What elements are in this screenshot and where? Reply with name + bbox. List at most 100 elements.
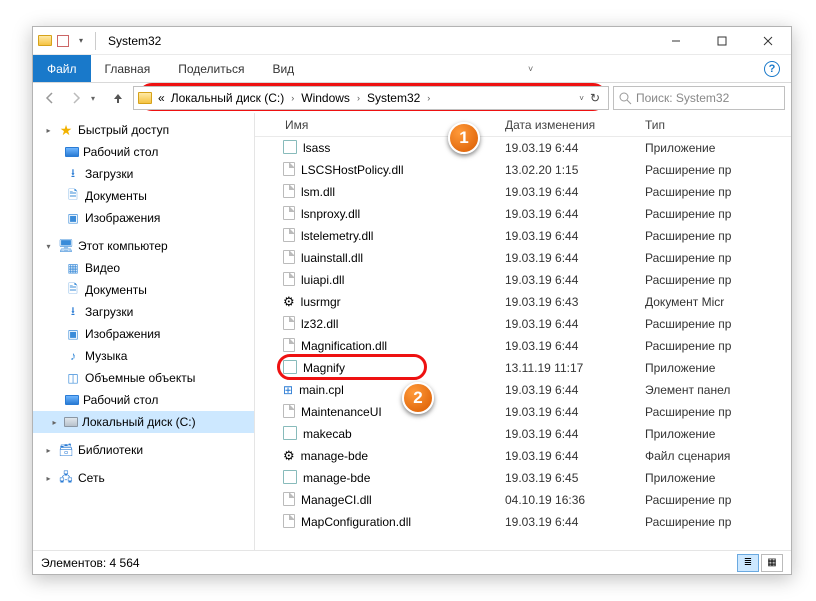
- file-date: 19.03.19 6:44: [505, 273, 645, 287]
- sidebar-item-desktop[interactable]: Рабочий стол: [33, 141, 254, 163]
- sidebar-item-pictures[interactable]: ▣Изображения: [33, 323, 254, 345]
- column-date[interactable]: Дата изменения: [505, 118, 645, 132]
- sidebar-item-3d[interactable]: ◫Объемные объекты: [33, 367, 254, 389]
- folder-icon: [138, 92, 152, 104]
- properties-icon[interactable]: [57, 35, 69, 47]
- file-date: 19.03.19 6:44: [505, 317, 645, 331]
- back-button[interactable]: [39, 87, 61, 109]
- file-row[interactable]: Magnification.dll19.03.19 6:44Расширение…: [255, 335, 791, 357]
- sidebar-network[interactable]: ▸🖧Сеть: [33, 467, 254, 489]
- up-button[interactable]: [107, 87, 129, 109]
- download-icon: ⭳: [65, 166, 81, 182]
- file-icon: ⚙: [283, 295, 295, 309]
- file-date: 19.03.19 6:44: [505, 141, 645, 155]
- file-row[interactable]: ManageCI.dll04.10.19 16:36Расширение пр: [255, 489, 791, 511]
- close-button[interactable]: [745, 27, 791, 55]
- address-bar[interactable]: « Локальный диск (C:) › Windows › System…: [133, 86, 609, 110]
- breadcrumb-segment[interactable]: Локальный диск (C:): [169, 91, 287, 105]
- file-name: lstelemetry.dll: [301, 229, 373, 243]
- sidebar-item-local-disk[interactable]: ▸Локальный диск (C:): [33, 411, 254, 433]
- disk-icon: [64, 417, 78, 427]
- file-row[interactable]: ⊞main.cpl19.03.19 6:44Элемент панел: [255, 379, 791, 401]
- column-type[interactable]: Тип: [645, 118, 791, 132]
- breadcrumb-segment[interactable]: Windows: [299, 91, 352, 105]
- file-type: Документ Micr: [645, 295, 791, 309]
- file-icon: [283, 426, 297, 443]
- file-row[interactable]: Magnify13.11.19 11:17Приложение: [255, 357, 791, 379]
- file-name: luainstall.dll: [301, 251, 363, 265]
- search-input[interactable]: Поиск: System32: [613, 86, 785, 110]
- file-icon: ⊞: [283, 383, 293, 397]
- view-icons-button[interactable]: ▦: [761, 554, 783, 572]
- help-icon[interactable]: ?: [764, 61, 780, 77]
- qat-dropdown-icon[interactable]: ▾: [73, 33, 89, 49]
- file-row[interactable]: manage-bde19.03.19 6:45Приложение: [255, 467, 791, 489]
- tab-file[interactable]: Файл: [33, 55, 91, 82]
- ribbon: Файл Главная Поделиться Вид ˅ ?: [33, 55, 791, 83]
- file-row[interactable]: MapConfiguration.dll19.03.19 6:44Расшире…: [255, 511, 791, 533]
- breadcrumb-segment[interactable]: «: [156, 91, 167, 105]
- refresh-icon[interactable]: ↻: [590, 91, 600, 105]
- sidebar-item-downloads[interactable]: ⭳Загрузки: [33, 301, 254, 323]
- explorer-window: ▾ System32 Файл Главная Поделиться Вид ˅…: [32, 26, 792, 575]
- file-icon: [283, 360, 297, 377]
- file-date: 19.03.19 6:45: [505, 471, 645, 485]
- breadcrumb-segment[interactable]: System32: [365, 91, 422, 105]
- file-name: Magnify: [303, 361, 345, 375]
- tab-share[interactable]: Поделиться: [164, 55, 258, 82]
- sidebar-item-downloads[interactable]: ⭳Загрузки: [33, 163, 254, 185]
- sidebar-item-pictures[interactable]: ▣Изображения: [33, 207, 254, 229]
- status-bar: Элементов: 4 564 ≣ ▦: [33, 550, 791, 574]
- file-type: Расширение пр: [645, 515, 791, 529]
- chevron-right-icon[interactable]: ›: [424, 93, 433, 103]
- sidebar-item-documents[interactable]: 🗎Документы: [33, 185, 254, 207]
- minimize-button[interactable]: [653, 27, 699, 55]
- history-dropdown-icon[interactable]: ▾: [91, 94, 103, 103]
- tab-view[interactable]: Вид: [258, 55, 308, 82]
- forward-button[interactable]: [65, 87, 87, 109]
- file-type: Расширение пр: [645, 229, 791, 243]
- file-row[interactable]: ⚙lusrmgr19.03.19 6:43Документ Micr: [255, 291, 791, 313]
- status-count: 4 564: [110, 556, 140, 570]
- file-type: Расширение пр: [645, 185, 791, 199]
- file-row[interactable]: luiapi.dll19.03.19 6:44Расширение пр: [255, 269, 791, 291]
- file-row[interactable]: ⚙manage-bde19.03.19 6:44Файл сценария: [255, 445, 791, 467]
- sidebar-quick-access[interactable]: ▸★ Быстрый доступ: [33, 119, 254, 141]
- annotation-callout-1: 1: [448, 122, 480, 154]
- navigation-pane: ▸★ Быстрый доступ Рабочий стол ⭳Загрузки…: [33, 113, 255, 550]
- file-row[interactable]: lsnproxy.dll19.03.19 6:44Расширение пр: [255, 203, 791, 225]
- sidebar-item-music[interactable]: ♪Музыка: [33, 345, 254, 367]
- file-row[interactable]: lz32.dll19.03.19 6:44Расширение пр: [255, 313, 791, 335]
- file-name: manage-bde: [303, 471, 370, 485]
- file-icon: [283, 228, 295, 245]
- file-row[interactable]: makecab19.03.19 6:44Приложение: [255, 423, 791, 445]
- sidebar-item-videos[interactable]: ▦Видео: [33, 257, 254, 279]
- file-row[interactable]: lstelemetry.dll19.03.19 6:44Расширение п…: [255, 225, 791, 247]
- chevron-right-icon[interactable]: ›: [354, 93, 363, 103]
- file-list[interactable]: lsass 19.03.19 6:44 Приложение LSCSHostPoli…: [255, 137, 791, 550]
- sidebar-this-pc[interactable]: ▾🖥 Этот компьютер: [33, 235, 254, 257]
- file-row[interactable]: LSCSHostPolicy.dll13.02.20 1:15Расширени…: [255, 159, 791, 181]
- file-row[interactable]: luainstall.dll19.03.19 6:44Расширение пр: [255, 247, 791, 269]
- file-row[interactable]: MaintenanceUI19.03.19 6:44Расширение пр: [255, 401, 791, 423]
- sidebar-item-documents[interactable]: 🗎Документы: [33, 279, 254, 301]
- address-dropdown-icon[interactable]: ˅: [579, 94, 584, 103]
- search-icon: [618, 91, 632, 105]
- file-row[interactable]: lsass19.03.19 6:44Приложение: [255, 137, 791, 159]
- tab-home[interactable]: Главная: [91, 55, 165, 82]
- file-type: Приложение: [645, 361, 791, 375]
- folder-icon: [37, 33, 53, 49]
- view-details-button[interactable]: ≣: [737, 554, 759, 572]
- maximize-button[interactable]: [699, 27, 745, 55]
- file-row[interactable]: lsm.dll19.03.19 6:44Расширение пр: [255, 181, 791, 203]
- ribbon-expand[interactable]: ˅: [512, 55, 550, 82]
- chevron-right-icon[interactable]: ›: [288, 93, 297, 103]
- file-date: 13.02.20 1:15: [505, 163, 645, 177]
- file-date: 19.03.19 6:44: [505, 185, 645, 199]
- desktop-icon: [65, 147, 79, 157]
- sidebar-item-desktop[interactable]: Рабочий стол: [33, 389, 254, 411]
- sidebar-libraries[interactable]: ▸🗃Библиотеки: [33, 439, 254, 461]
- file-icon: [283, 184, 295, 201]
- file-date: 04.10.19 16:36: [505, 493, 645, 507]
- file-name: lsass: [303, 141, 330, 155]
